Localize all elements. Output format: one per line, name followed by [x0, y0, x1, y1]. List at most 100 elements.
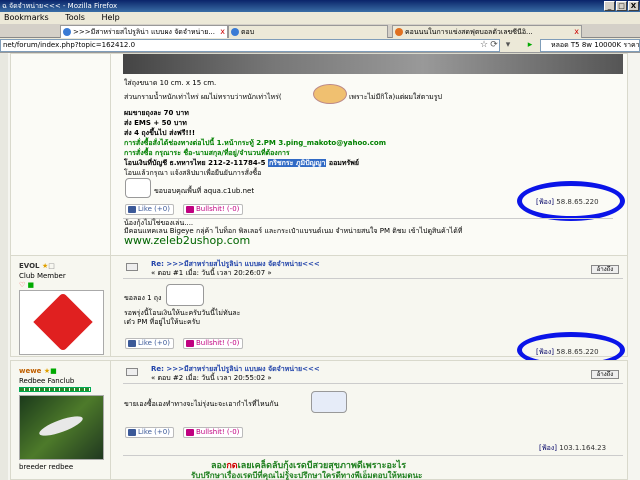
username-text: wewe [19, 367, 42, 375]
avatar [19, 290, 104, 355]
ip-value: 103.1.164.23 [559, 444, 607, 452]
close-tab-icon[interactable]: x [220, 26, 225, 38]
page-content: ใส่ถุงขนาด 10 cm. x 15 cm. ส่วนกรามน้ำหน… [0, 53, 640, 480]
left-strip [0, 53, 8, 480]
menu-bookmarks[interactable]: Bookmarks [0, 13, 49, 22]
signature-divider [123, 455, 623, 456]
quote-button[interactable]: อ้างถึง [591, 370, 619, 379]
post-divider [123, 278, 623, 279]
bullshit-button[interactable]: Bullshit! (-0) [183, 204, 244, 215]
tab-label: >>>มีสาหร่ายสไปรูลิน่า แบบผง จัดจำหน่าย.… [73, 28, 215, 36]
like-label: Like (+0) [138, 428, 170, 436]
username-text: EVOL [19, 262, 40, 270]
favicon-icon [231, 28, 239, 36]
thanks-text: ขอบอบคุณพื้นที่ aqua.c1ub.net [154, 187, 255, 195]
username[interactable]: wewe ★■ [19, 367, 57, 375]
close-window-button[interactable]: X [628, 1, 639, 11]
ip-address: [ฟ้อง] 58.8.65.220 [536, 347, 599, 358]
bullshit-label: Bullshit! (-0) [196, 205, 240, 213]
post-text: ใส่ถุงขนาด 10 cm. x 15 cm. [124, 79, 217, 87]
bullshit-button[interactable]: Bullshit! (-0) [183, 338, 244, 349]
like-label: Like (+0) [138, 339, 170, 347]
post-text: เด๋ว PM ที่อยู่ไปให้นะครับ [124, 318, 200, 326]
bullshit-button[interactable]: Bullshit! (-0) [183, 427, 244, 438]
bullshit-icon [186, 206, 194, 213]
account-name-selected: กริชกระ ภูมิปัญญา [267, 159, 327, 167]
post-3: wewe ★■ Redbee Fanclub breeder redbee Re… [10, 360, 628, 480]
email-link[interactable]: 3.ping_makoto@yahoo.com [278, 139, 386, 147]
reload-icon[interactable]: ⟳ [488, 39, 500, 52]
post-text: ส่วนกรามน้ำหนักเท่าไหร่ ผมไม่ทราบว่าหนัก… [124, 93, 282, 101]
like-button[interactable]: Like (+0) [125, 204, 174, 215]
navigation-bar: net/forum/index.php?topic=162412.0 ☆ ⟳ ▾… [0, 38, 640, 53]
avatar [19, 395, 104, 460]
go-icon[interactable]: ▸ [524, 39, 536, 52]
tab-bar: >>>มีสาหร่ายสไปรูลิน่า แบบผง จัดจำหน่าย.… [0, 24, 640, 38]
emoticon-icon [311, 391, 347, 413]
username[interactable]: EVOL ★□ [19, 262, 55, 270]
close-tab-icon[interactable]: x [574, 26, 579, 38]
shrimp-shape [37, 412, 85, 440]
signature-link[interactable]: www.zeleb2ushop.com [124, 234, 250, 247]
account-type: ออมทรัพย์ [326, 159, 359, 167]
quote-button[interactable]: อ้างถึง [591, 265, 619, 274]
post-icon [126, 263, 138, 271]
ip-address: [ฟ้อง] 103.1.164.23 [539, 443, 606, 454]
window-title: ฉ จัดจำหน่าย<<< - Mozilla Firefox [0, 0, 640, 12]
karma-icon: ♡ ■ [19, 281, 35, 289]
ip-value: 58.8.65.220 [556, 198, 599, 206]
bullshit-label: Bullshit! (-0) [196, 428, 240, 436]
favicon-icon [395, 28, 403, 36]
post-divider [123, 383, 623, 384]
ip-value: 58.8.65.220 [556, 348, 599, 356]
like-label: Like (+0) [138, 205, 170, 213]
thumbs-up-icon [128, 340, 136, 347]
search-input[interactable]: หลอด T5 8w 10000K ราคา [540, 39, 640, 52]
menu-help[interactable]: Help [98, 13, 120, 22]
tab-forum-post[interactable]: >>>มีสาหร่ายสไปรูลิน่า แบบผง จัดจำหน่าย.… [60, 25, 228, 38]
signature-divider [123, 218, 613, 219]
thanks-emoticon-icon [125, 178, 151, 198]
bullshit-icon [186, 340, 194, 347]
url-input[interactable]: net/forum/index.php?topic=162412.0 [0, 39, 500, 52]
like-button[interactable]: Like (+0) [125, 338, 174, 349]
offline-icon: □ [48, 262, 55, 270]
post-text: ขายเองซื้อเองทำทางจะไม่รุ่งนะจะเอากำไรที… [124, 400, 279, 408]
order-channels: การสั่งซื้อสั่งได้ช่องทางต่อไปนี้ 1.หน้า… [124, 139, 279, 147]
thumbs-up-icon [128, 429, 136, 436]
url-dropdown-icon[interactable]: ▾ [502, 39, 514, 52]
post-user-column: EVOL ★□ Club Member ♡ ■ [11, 256, 111, 356]
rank-bar [19, 387, 91, 392]
emoticon-icon [166, 284, 204, 306]
post-text: เพราะไม่มีกิโล)แต่ผมใส่ตามรูป [349, 93, 442, 101]
report-link[interactable]: [ฟ้อง] [539, 444, 557, 452]
member-title: Redbee Fanclub [19, 377, 75, 385]
tab-label: ตอบ [241, 28, 255, 36]
post-user-column: wewe ★■ Redbee Fanclub breeder redbee [11, 361, 111, 479]
bullshit-icon [186, 429, 194, 436]
report-link[interactable]: [ฟ้อง] [536, 348, 554, 356]
favicon-icon [63, 28, 71, 36]
post-2: EVOL ★□ Club Member ♡ ■ Re: >>>มีสาหร่าย… [10, 255, 628, 368]
post-icon [126, 368, 138, 376]
thumbs-up-icon [128, 206, 136, 213]
tab-reply[interactable]: ตอบ [228, 25, 388, 38]
bank-account: โอนเงินที่บัญชี ธ.ทหารไทย 212-2-11784-5 [124, 159, 268, 167]
member-title: Club Member [19, 272, 66, 280]
minimize-button[interactable]: _ [604, 1, 615, 11]
maximize-button[interactable]: □ [616, 1, 627, 11]
menu-tools[interactable]: Tools [61, 13, 85, 22]
bullshit-label: Bullshit! (-0) [196, 339, 240, 347]
report-link[interactable]: [ฟ้อง] [536, 198, 554, 206]
emoticon-icon [313, 84, 347, 104]
heart-shape [33, 292, 93, 352]
post-text: ขอลอง 1 ถุง [124, 294, 162, 302]
tab-football[interactable]: คอนนนในการแข่งสดฟุตบอลตัวเลขซีนีอิ... x [392, 25, 582, 38]
tab-label: คอนนนในการแข่งสดฟุตบอลตัวเลขซีนีอิ... [405, 28, 533, 36]
ip-address: [ฟ้อง] 58.8.65.220 [536, 197, 599, 208]
menu-bar: Bookmarks Tools Help [0, 12, 640, 24]
signature-line: รับปรึกษาเรื่องเรดบีที่คุณไม่รู้จะปรึกษา… [191, 471, 423, 480]
like-button[interactable]: Like (+0) [125, 427, 174, 438]
rank-caption: breeder redbee [19, 463, 74, 471]
online-icon: ■ [50, 367, 57, 375]
